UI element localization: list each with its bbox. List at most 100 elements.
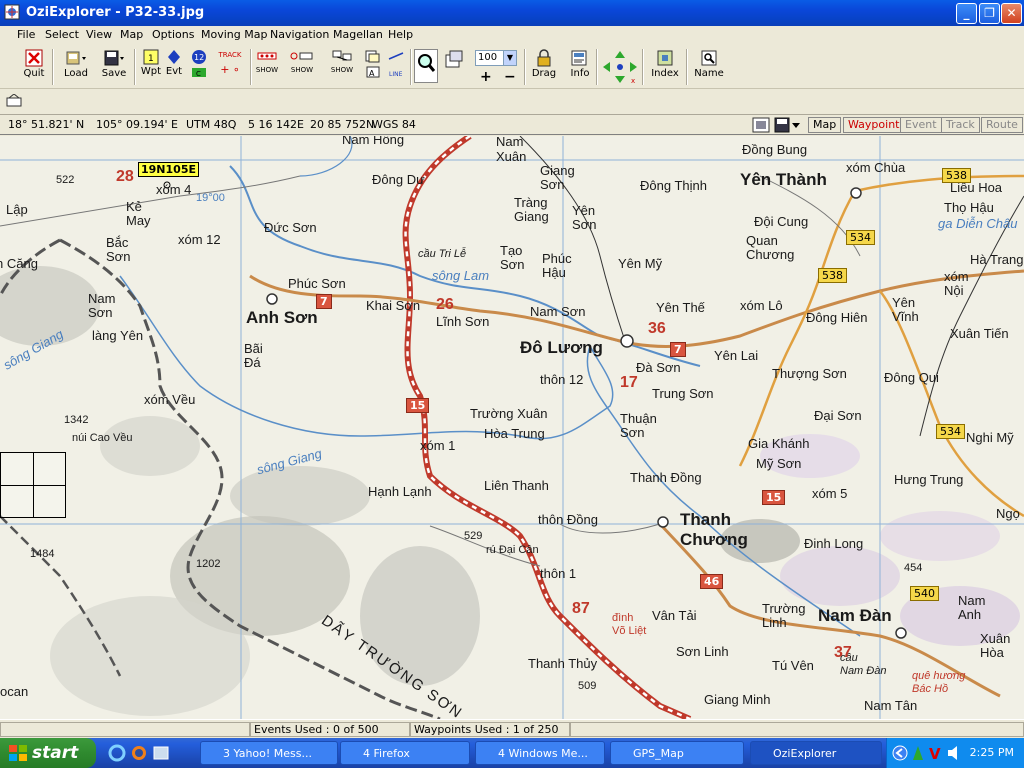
overview-window[interactable] <box>0 452 66 518</box>
show-desktop-icon[interactable] <box>152 744 170 762</box>
road-number-label: 17 <box>620 374 638 391</box>
map-label: núi Cao Vều <box>72 432 133 444</box>
map-label: xóm 1 <box>420 438 456 453</box>
map-label: Sơn Linh <box>676 644 729 659</box>
map-label: ocan <box>0 684 29 699</box>
zoom-level-select[interactable]: 100 ▼ <box>475 50 517 66</box>
route-shield: 15 <box>762 490 786 505</box>
save-dropdown-icon[interactable] <box>774 117 802 133</box>
svg-text:x: x <box>631 77 635 85</box>
map-label: Hà Trang <box>970 252 1024 267</box>
svg-text:LINE: LINE <box>389 71 403 78</box>
show-routes-button[interactable]: SHOW <box>328 47 356 87</box>
elevation-label: 1484 <box>30 548 55 560</box>
map-label: Tú Vên <box>772 658 814 673</box>
map-label: Nam Tân <box>864 698 918 713</box>
chevron-down-icon[interactable]: ▼ <box>503 51 516 65</box>
mode-track-button[interactable]: Track <box>941 117 980 133</box>
menu-view[interactable]: View <box>86 28 112 41</box>
zoom-out-button[interactable]: − <box>504 69 516 85</box>
start-button[interactable]: start <box>0 738 96 768</box>
name-button[interactable]: Name <box>692 47 726 87</box>
internet-explorer-icon[interactable] <box>108 744 126 762</box>
menu-options[interactable]: Options <box>152 28 194 41</box>
menu-navigation[interactable]: Navigation <box>270 28 329 41</box>
taskbar-yahoo-messenger[interactable]: 3 Yahoo! Mess... <box>200 741 338 765</box>
load-button[interactable]: Load <box>60 47 92 87</box>
zoom-tool-button[interactable] <box>414 49 438 83</box>
firefox-icon[interactable] <box>130 744 148 762</box>
zoom-window-button[interactable] <box>442 47 466 87</box>
event-mode-button[interactable]: Evt <box>164 47 184 87</box>
volume-icon[interactable] <box>945 744 963 762</box>
map-image-icon[interactable] <box>752 117 770 133</box>
show-events-button[interactable]: SHOW <box>288 47 316 87</box>
route-shield: 534 <box>936 424 965 439</box>
taskbar-oziexplorer[interactable]: OziExplorer <box>750 741 882 765</box>
mode-waypoint-button[interactable]: Waypoint <box>843 117 905 133</box>
map-label: xóm Vều <box>144 392 196 407</box>
map-label: ga Diễn Châu <box>938 216 1018 231</box>
route-button[interactable]: 12 C <box>188 47 210 87</box>
map-label: Trung Sơn <box>652 386 714 401</box>
status-pane-empty <box>0 722 250 737</box>
line-button[interactable]: LINE <box>386 47 406 87</box>
elevation-label: 529 <box>464 530 483 542</box>
show-waypoints-icon <box>257 52 277 60</box>
track-button[interactable]: TRACK + ∘ <box>214 47 246 87</box>
maximize-button[interactable]: ❐ <box>979 3 1000 24</box>
mode-event-button[interactable]: Event <box>900 117 942 133</box>
latitude-readout: 18° 51.821' N <box>8 118 85 131</box>
map-label: Phúc Sơn <box>288 276 346 291</box>
menu-file[interactable]: File <box>17 28 35 41</box>
minimize-button[interactable]: _ <box>956 3 977 24</box>
map-features-button[interactable]: A <box>362 47 384 87</box>
waypoint-mode-button[interactable]: 1 Wpt <box>140 47 162 87</box>
map-canvas[interactable]: 19N105E Nam Hông Nam Xuân Đông Dư Giang … <box>0 136 1024 719</box>
menu-moving-map[interactable]: Moving Map <box>201 28 267 41</box>
show-waypoints-button[interactable]: SHOW <box>254 47 280 87</box>
map-label: Đinh Long <box>804 536 864 551</box>
antivirus-icon[interactable]: V <box>927 744 945 762</box>
map-label: sông Lam <box>432 268 490 283</box>
route-shield: 538 <box>818 268 847 283</box>
info-button[interactable]: Info <box>566 47 594 87</box>
taskbar-windows-media[interactable]: 4 Windows Me... <box>475 741 605 765</box>
title-bar[interactable]: OziExplorer - P32-33.jpg _ ❐ ✕ <box>0 0 1024 26</box>
save-button[interactable]: Save <box>98 47 130 87</box>
index-button[interactable]: Index <box>648 47 682 87</box>
drag-button[interactable]: Drag <box>530 47 558 87</box>
map-label: Đông Hiên <box>806 310 868 325</box>
back-arrow-icon[interactable] <box>891 744 909 762</box>
toolbar-separator <box>524 49 526 85</box>
map-label: Liên Thanh <box>484 478 549 493</box>
menu-help[interactable]: Help <box>388 28 413 41</box>
map-label: Thanh Chương <box>680 510 748 549</box>
mode-map-button[interactable]: Map <box>808 117 842 133</box>
map-label: Phúc Hậu <box>542 251 572 280</box>
network-icon[interactable] <box>909 744 927 762</box>
clock: 2:25 PM <box>969 746 1014 759</box>
mode-route-button[interactable]: Route <box>981 117 1023 133</box>
toolbar-separator <box>52 49 54 85</box>
route-shield: 7 <box>316 294 332 309</box>
move-map-icon[interactable] <box>6 94 22 108</box>
map-features-icon: A <box>365 50 380 78</box>
system-tray: V 2:25 PM <box>886 738 1024 768</box>
close-button[interactable]: ✕ <box>1001 3 1022 24</box>
elevation-label: 1202 <box>196 558 221 570</box>
menu-select[interactable]: Select <box>45 28 79 41</box>
taskbar-gps-map-folder[interactable]: GPS_Map <box>610 741 744 765</box>
quit-button[interactable]: Quit <box>20 47 48 87</box>
route-shield: 538 <box>942 168 971 183</box>
taskbar-firefox[interactable]: 4 Firefox <box>340 741 470 765</box>
menu-magellan[interactable]: Magellan <box>333 28 383 41</box>
waypoint-flag-label[interactable]: 19N105E <box>138 162 199 177</box>
map-label: thôn 1 <box>540 566 577 581</box>
menu-map[interactable]: Map <box>120 28 143 41</box>
pan-arrows-button[interactable]: x <box>600 47 640 87</box>
svg-text:A: A <box>369 69 375 78</box>
load-icon <box>66 51 86 65</box>
map-label: xóm 4 <box>156 182 192 197</box>
zoom-in-button[interactable]: + <box>480 69 492 85</box>
